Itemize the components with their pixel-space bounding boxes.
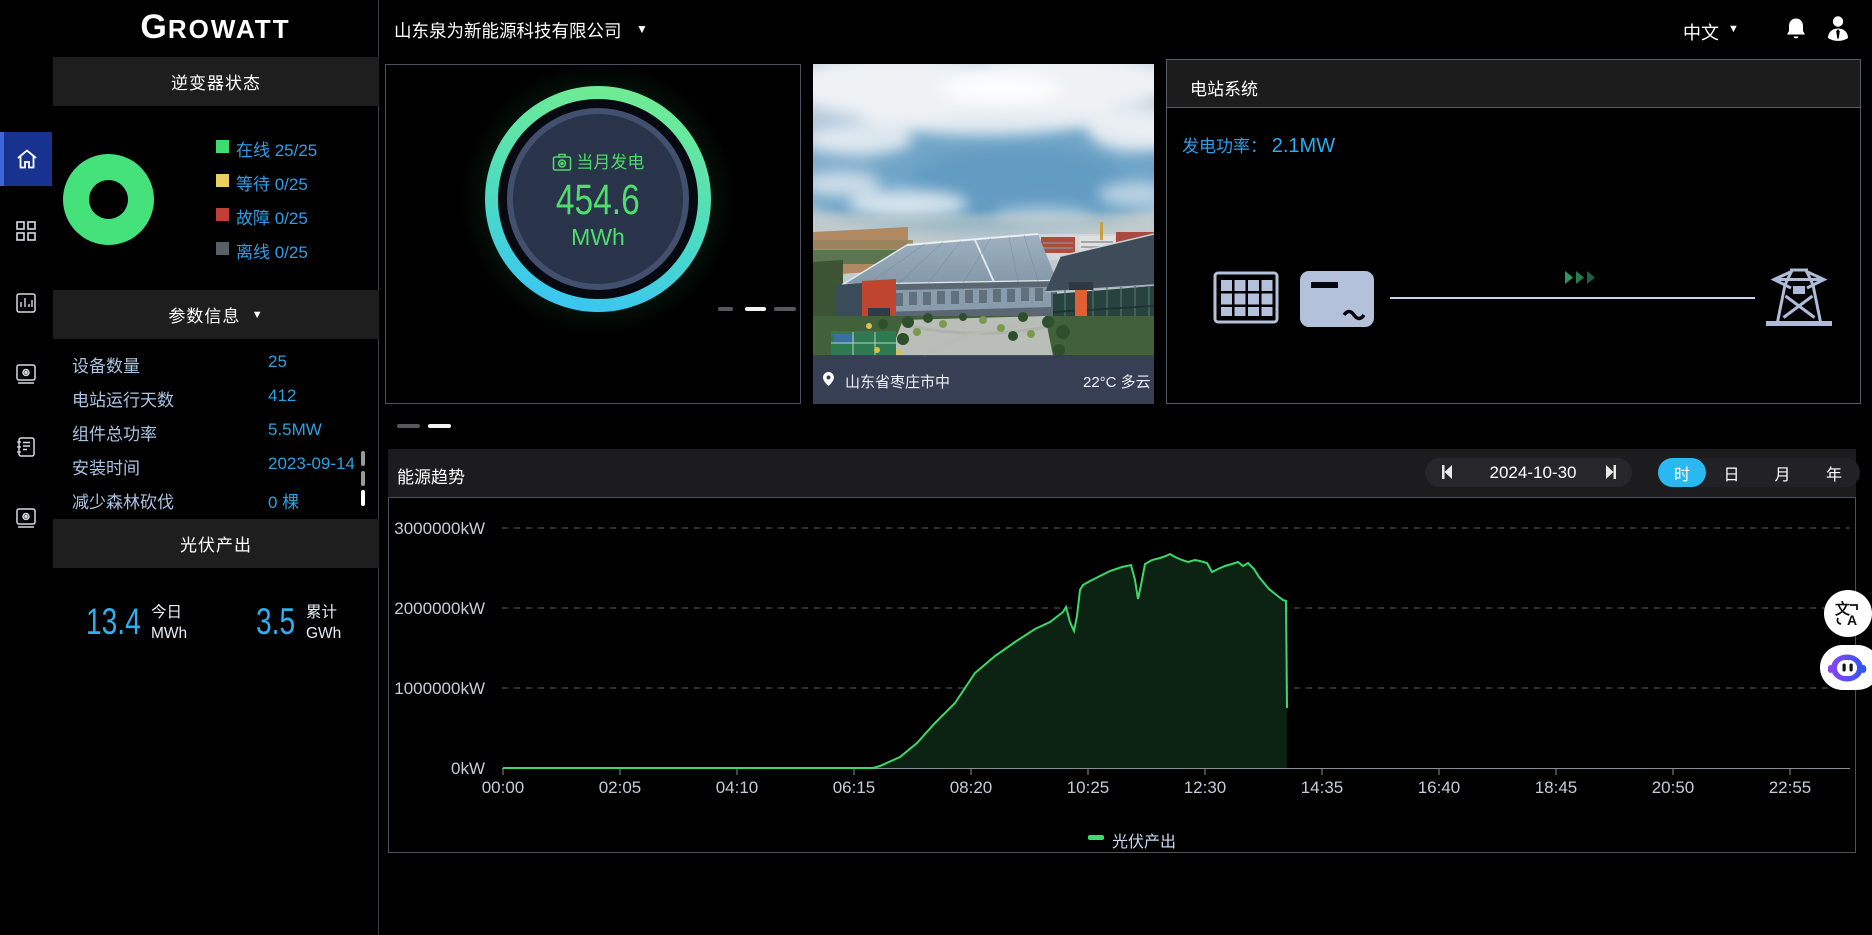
svg-text:2000000kW: 2000000kW [394, 599, 485, 618]
svg-text:20:50: 20:50 [1652, 778, 1695, 797]
svg-text:1000000kW: 1000000kW [394, 679, 485, 698]
svg-text:04:10: 04:10 [716, 778, 759, 797]
svg-text:06:15: 06:15 [833, 778, 876, 797]
svg-text:00:00: 00:00 [482, 778, 525, 797]
svg-text:22:55: 22:55 [1769, 778, 1812, 797]
svg-text:16:40: 16:40 [1418, 778, 1461, 797]
svg-text:08:20: 08:20 [950, 778, 993, 797]
svg-text:0kW: 0kW [451, 759, 485, 778]
svg-text:14:35: 14:35 [1301, 778, 1344, 797]
svg-text:A: A [1847, 612, 1857, 628]
svg-text:18:45: 18:45 [1535, 778, 1578, 797]
svg-text:02:05: 02:05 [599, 778, 642, 797]
svg-text:10:25: 10:25 [1067, 778, 1110, 797]
svg-text:12:30: 12:30 [1184, 778, 1227, 797]
svg-text:3000000kW: 3000000kW [394, 519, 485, 538]
